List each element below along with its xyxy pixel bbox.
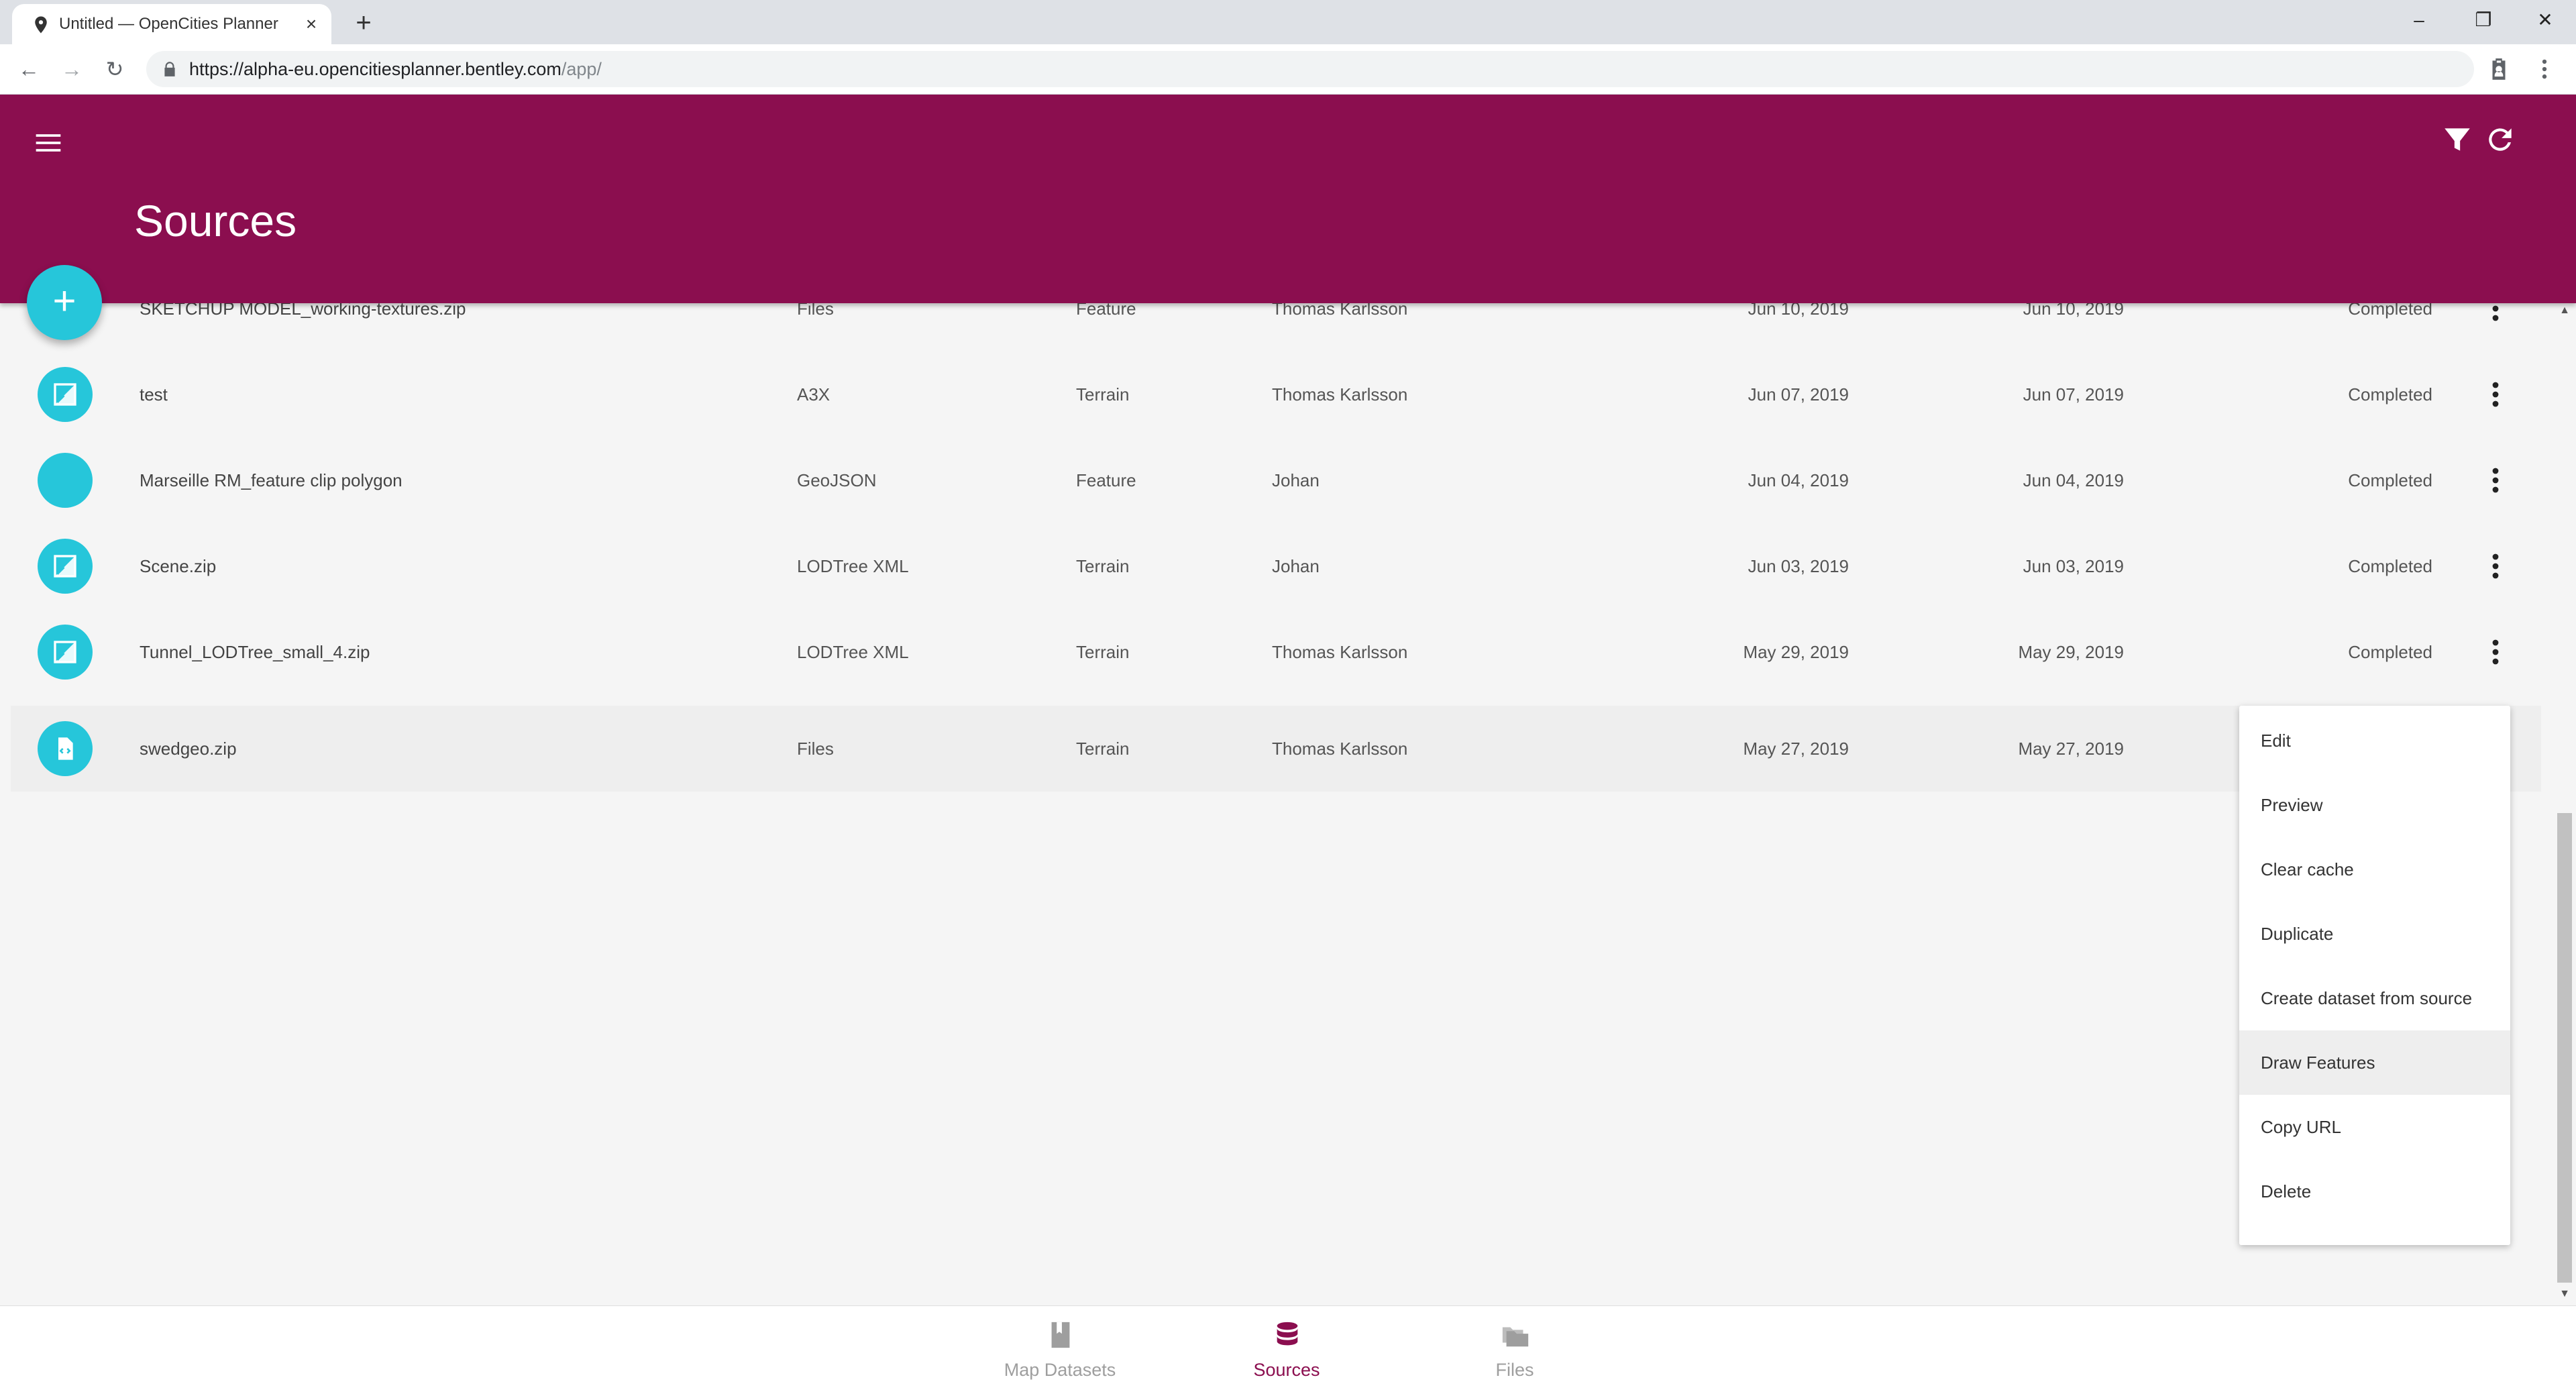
source-name: Tunnel_LODTree_small_4.zip (140, 642, 370, 662)
source-name: Scene.zip (140, 556, 217, 576)
source-owner: Thomas Karlsson (1272, 739, 1408, 759)
page-title: Sources (134, 196, 297, 246)
source-type: LODTree XML (797, 642, 909, 662)
created-date: May 29, 2019 (1743, 642, 1849, 662)
url-path: /app/ (561, 59, 602, 79)
nav-sources[interactable]: Sources (1186, 1306, 1387, 1396)
nav-label: Map Datasets (1004, 1360, 1116, 1380)
source-name: swedgeo.zip (140, 739, 237, 759)
more-vert-icon[interactable] (2479, 550, 2512, 582)
modified-date: May 27, 2019 (2018, 739, 2124, 759)
table-row[interactable]: swedgeo.zip Files Terrain Thomas Karlsso… (11, 706, 2541, 792)
menu-item-edit[interactable]: Edit (2239, 708, 2510, 773)
menu-item-copy-url[interactable]: Copy URL (2239, 1095, 2510, 1159)
status-text: Completed (2348, 642, 2432, 662)
bottom-navigation: Map Datasets Sources Files (0, 1305, 2576, 1396)
blank-icon (38, 453, 93, 508)
terrain-icon (38, 539, 93, 594)
modified-date: May 29, 2019 (2018, 642, 2124, 662)
url-text: https://alpha-eu.opencitiesplanner.bentl… (189, 59, 602, 80)
source-kind: Feature (1076, 470, 1136, 490)
back-arrow-icon[interactable]: ← (13, 54, 44, 85)
more-vert-icon[interactable] (2479, 378, 2512, 411)
menu-item-preview[interactable]: Preview (2239, 773, 2510, 837)
minimize-icon[interactable]: – (2388, 0, 2450, 40)
menu-item-delete[interactable]: Delete (2239, 1159, 2510, 1224)
add-source-button[interactable]: + (27, 265, 102, 340)
status-text: Completed (2348, 556, 2432, 576)
location-pin-icon (35, 16, 47, 34)
code-file-icon (38, 721, 93, 776)
created-date: Jun 04, 2019 (1748, 470, 1849, 490)
book-icon (1051, 1322, 1070, 1348)
browser-tab[interactable]: Untitled — OpenCities Planner × (12, 4, 331, 44)
terrain-icon (38, 625, 93, 680)
more-vert-icon[interactable] (2479, 464, 2512, 496)
browser-tab-strip: Untitled — OpenCities Planner × + – ❐ ✕ (0, 0, 2576, 44)
scroll-down-icon[interactable]: ▼ (2559, 1288, 2571, 1300)
scroll-up-icon[interactable]: ▲ (2559, 305, 2571, 317)
forward-arrow-icon[interactable]: → (56, 54, 87, 85)
source-type: A3X (797, 384, 830, 405)
restore-icon[interactable]: ❐ (2453, 0, 2514, 40)
row-context-menu: Edit Preview Clear cache Duplicate Creat… (2239, 706, 2510, 1245)
created-date: Jun 07, 2019 (1748, 384, 1849, 405)
clipboard-extension-icon[interactable] (2486, 56, 2512, 82)
source-owner: Thomas Karlsson (1272, 642, 1408, 662)
address-bar[interactable]: https://alpha-eu.opencitiesplanner.bentl… (146, 51, 2474, 87)
nav-label: Files (1495, 1360, 1534, 1380)
tab-title: Untitled — OpenCities Planner (59, 15, 278, 33)
source-type: GeoJSON (797, 470, 877, 490)
table-row[interactable]: Tunnel_LODTree_small_4.zip LODTree XML T… (11, 609, 2541, 695)
modified-date: Jun 07, 2019 (2023, 384, 2124, 405)
nav-files[interactable]: Files (1414, 1306, 1615, 1396)
more-vert-icon[interactable] (2479, 636, 2512, 668)
folders-icon (1502, 1327, 1529, 1347)
modified-date: Jun 04, 2019 (2023, 470, 2124, 490)
vertical-scrollbar[interactable]: ▲ ▼ (2553, 303, 2576, 1303)
menu-item-duplicate[interactable]: Duplicate (2239, 902, 2510, 966)
browser-toolbar: ← → ↻ https://alpha-eu.opencitiesplanner… (0, 44, 2576, 95)
source-owner: Thomas Karlsson (1272, 384, 1408, 405)
reload-icon[interactable]: ↻ (99, 54, 130, 85)
source-owner: Johan (1272, 556, 1320, 576)
source-type: Files (797, 739, 834, 759)
created-date: May 27, 2019 (1743, 739, 1849, 759)
menu-item-clear-cache[interactable]: Clear cache (2239, 837, 2510, 902)
browser-menu-icon[interactable] (2532, 56, 2557, 82)
menu-item-create-dataset[interactable]: Create dataset from source (2239, 966, 2510, 1030)
source-kind: Terrain (1076, 384, 1130, 405)
app-header: Sources (0, 95, 2576, 303)
close-tab-icon[interactable]: × (301, 13, 322, 35)
database-icon (1277, 1322, 1298, 1346)
hamburger-menu-icon[interactable] (34, 128, 63, 158)
table-row[interactable]: Marseille RM_feature clip polygon GeoJSO… (11, 437, 2541, 523)
url-host: https://alpha-eu.opencitiesplanner.bentl… (189, 59, 561, 79)
status-text: Completed (2348, 384, 2432, 405)
modified-date: Jun 03, 2019 (2023, 556, 2124, 576)
scrollbar-thumb[interactable] (2557, 813, 2572, 1283)
lock-icon (164, 62, 175, 76)
source-type: LODTree XML (797, 556, 909, 576)
source-name: Marseille RM_feature clip polygon (140, 470, 402, 490)
nav-map-datasets[interactable]: Map Datasets (959, 1306, 1161, 1396)
table-row[interactable]: test A3X Terrain Thomas Karlsson Jun 07,… (11, 352, 2541, 437)
filter-icon[interactable] (2440, 123, 2474, 156)
table-row[interactable]: Scene.zip LODTree XML Terrain Johan Jun … (11, 523, 2541, 609)
source-kind: Terrain (1076, 556, 1130, 576)
created-date: Jun 03, 2019 (1748, 556, 1849, 576)
source-owner: Johan (1272, 470, 1320, 490)
source-kind: Terrain (1076, 739, 1130, 759)
status-text: Completed (2348, 470, 2432, 490)
menu-item-draw-features[interactable]: Draw Features (2239, 1030, 2510, 1095)
source-name: test (140, 384, 168, 405)
refresh-icon[interactable] (2483, 123, 2517, 156)
source-kind: Terrain (1076, 642, 1130, 662)
new-tab-button[interactable]: + (349, 8, 378, 38)
close-window-icon[interactable]: ✕ (2514, 0, 2576, 40)
terrain-icon (38, 367, 93, 422)
nav-label: Sources (1253, 1360, 1320, 1380)
